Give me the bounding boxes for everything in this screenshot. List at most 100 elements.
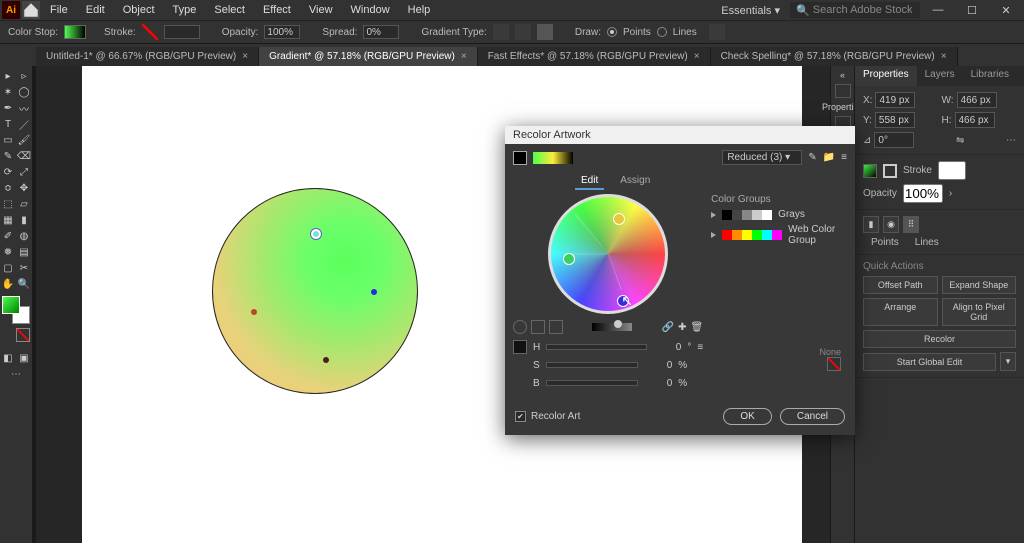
y-input[interactable] xyxy=(875,112,915,128)
stroke-swatch-icon[interactable] xyxy=(883,164,897,178)
hue-input[interactable] xyxy=(653,340,681,354)
menu-select[interactable]: Select xyxy=(206,2,253,18)
type-tool-icon[interactable]: T xyxy=(0,116,16,132)
sat-slider[interactable] xyxy=(546,362,639,368)
direct-selection-tool-icon[interactable]: ▹ xyxy=(16,68,32,84)
color-marker[interactable] xyxy=(563,253,575,265)
hue-slider[interactable] xyxy=(546,344,647,350)
menu-object[interactable]: Object xyxy=(115,2,163,18)
current-group-swatch-icon[interactable] xyxy=(533,152,573,164)
w-input[interactable] xyxy=(957,92,997,108)
lasso-tool-icon[interactable]: ◯ xyxy=(16,84,32,100)
screen-mode-icon[interactable]: ▣ xyxy=(16,350,32,366)
fill-stroke-indicator[interactable] xyxy=(2,296,30,324)
ok-button[interactable]: OK xyxy=(723,408,771,425)
doc-tab-3[interactable]: Check Spelling* @ 57.18% (RGB/GPU Previe… xyxy=(711,47,958,66)
shapebuilder-tool-icon[interactable]: ⬚ xyxy=(0,196,16,212)
preset-dropdown[interactable]: Reduced (3) ▾ xyxy=(722,150,802,165)
color-group-row[interactable]: Web Color Group xyxy=(711,224,847,246)
save-group-icon[interactable]: 📁 xyxy=(823,152,835,163)
gradient-freeform-icon[interactable]: ⠿ xyxy=(903,216,919,233)
spread-input[interactable] xyxy=(363,25,399,39)
slice-tool-icon[interactable]: ✂ xyxy=(16,260,32,276)
gradient-stop-dot[interactable] xyxy=(371,289,377,295)
magic-wand-tool-icon[interactable]: ✶ xyxy=(0,84,16,100)
symbol-sprayer-tool-icon[interactable]: ❅ xyxy=(0,244,16,260)
menu-window[interactable]: Window xyxy=(343,2,398,18)
menu-view[interactable]: View xyxy=(301,2,341,18)
draw-points-radio[interactable] xyxy=(607,27,617,37)
gradient-type-radial-icon[interactable] xyxy=(515,24,531,40)
color-marker[interactable] xyxy=(613,213,625,225)
close-tab-icon[interactable]: × xyxy=(941,51,947,62)
gradient-stop-dot[interactable] xyxy=(313,231,319,237)
cancel-button[interactable]: Cancel xyxy=(780,408,845,425)
align-pixel-grid-button[interactable]: Align to Pixel Grid xyxy=(942,298,1017,326)
eyedropper-tool-icon[interactable]: ✐ xyxy=(0,228,16,244)
recolor-button[interactable]: Recolor xyxy=(863,330,1016,348)
stroke-weight-field[interactable] xyxy=(938,161,966,180)
rectangle-tool-icon[interactable]: ▭ xyxy=(0,132,16,148)
opacity-field[interactable] xyxy=(903,184,943,203)
scale-tool-icon[interactable]: ⤢ xyxy=(16,164,32,180)
expand-group-icon[interactable] xyxy=(711,232,716,238)
paintbrush-tool-icon[interactable]: 🖌 xyxy=(16,132,32,148)
opacity-input[interactable] xyxy=(264,25,300,39)
remove-color-tool-icon[interactable]: 🗑 xyxy=(690,322,703,333)
panel-tab-layers[interactable]: Layers xyxy=(917,66,963,86)
menu-help[interactable]: Help xyxy=(400,2,439,18)
recolor-art-checkbox[interactable]: ✔ Recolor Art xyxy=(515,411,580,422)
menu-type[interactable]: Type xyxy=(165,2,205,18)
flip-h-icon[interactable]: ⇋ xyxy=(956,135,964,146)
segmented-wheel-icon[interactable] xyxy=(531,320,545,334)
color-group-options-icon[interactable]: ≡ xyxy=(841,152,847,163)
menu-file[interactable]: File xyxy=(42,2,76,18)
close-tab-icon[interactable]: × xyxy=(242,51,248,62)
perspective-tool-icon[interactable]: ▱ xyxy=(16,196,32,212)
search-input[interactable]: 🔍 Search Adobe Stock xyxy=(790,2,920,18)
fill-swatch-icon[interactable] xyxy=(863,164,877,178)
artboard-tool-icon[interactable]: ▢ xyxy=(0,260,16,276)
width-tool-icon[interactable]: ≎ xyxy=(0,180,16,196)
properties-panel-icon[interactable] xyxy=(835,84,851,98)
angle-input[interactable] xyxy=(874,132,914,148)
shaper-tool-icon[interactable]: ✎ xyxy=(0,148,16,164)
eraser-tool-icon[interactable]: ⌫ xyxy=(16,148,32,164)
doc-tab-0[interactable]: Untitled-1* @ 66.67% (RGB/GPU Preview)× xyxy=(36,47,259,66)
home-icon[interactable] xyxy=(22,1,40,19)
options-more-icon[interactable] xyxy=(709,24,725,40)
selected-color-swatch-icon[interactable] xyxy=(513,340,527,354)
start-global-edit-button[interactable]: Start Global Edit xyxy=(863,353,996,371)
mesh-tool-icon[interactable]: ▦ xyxy=(0,212,16,228)
doc-tab-2[interactable]: Fast Effects* @ 57.18% (RGB/GPU Preview)… xyxy=(478,47,711,66)
edit-toolbar-icon[interactable]: ⋯ xyxy=(0,366,32,382)
stroke-weight-input[interactable] xyxy=(164,25,200,39)
gradient-stop-dot[interactable] xyxy=(323,357,329,363)
doc-tab-1[interactable]: Gradient* @ 57.18% (RGB/GPU Preview)× xyxy=(259,47,478,66)
rotate-tool-icon[interactable]: ⟳ xyxy=(0,164,16,180)
more-transform-icon[interactable]: ⋯ xyxy=(1006,135,1016,146)
workspace-switcher[interactable]: Essentials ▾ xyxy=(713,4,788,17)
gradient-circle-shape[interactable] xyxy=(212,188,418,394)
sat-input[interactable] xyxy=(644,358,672,372)
x-input[interactable] xyxy=(875,92,915,108)
hand-tool-icon[interactable]: ✋ xyxy=(0,276,16,292)
menu-effect[interactable]: Effect xyxy=(255,2,299,18)
h-input[interactable] xyxy=(955,112,995,128)
pen-tool-icon[interactable]: ✒ xyxy=(0,100,16,116)
drawing-mode-icon[interactable]: ◧ xyxy=(0,350,16,366)
fill-color-icon[interactable] xyxy=(2,296,20,314)
stroke-swatch-icon[interactable] xyxy=(142,24,158,40)
window-maximize-icon[interactable]: ☐ xyxy=(956,4,988,17)
menu-edit[interactable]: Edit xyxy=(78,2,113,18)
global-edit-dropdown-icon[interactable]: ▾ xyxy=(1000,352,1016,371)
expand-group-icon[interactable] xyxy=(711,212,716,218)
edit-preset-icon[interactable]: ✎ xyxy=(808,152,816,163)
close-tab-icon[interactable]: × xyxy=(694,51,700,62)
free-transform-tool-icon[interactable]: ✥ xyxy=(16,180,32,196)
draw-lines-radio[interactable] xyxy=(657,27,667,37)
tab-assign[interactable]: Assign xyxy=(614,173,656,190)
bri-slider[interactable] xyxy=(546,380,639,386)
graph-tool-icon[interactable]: ▤ xyxy=(16,244,32,260)
active-colors-swatch-icon[interactable] xyxy=(513,151,527,165)
